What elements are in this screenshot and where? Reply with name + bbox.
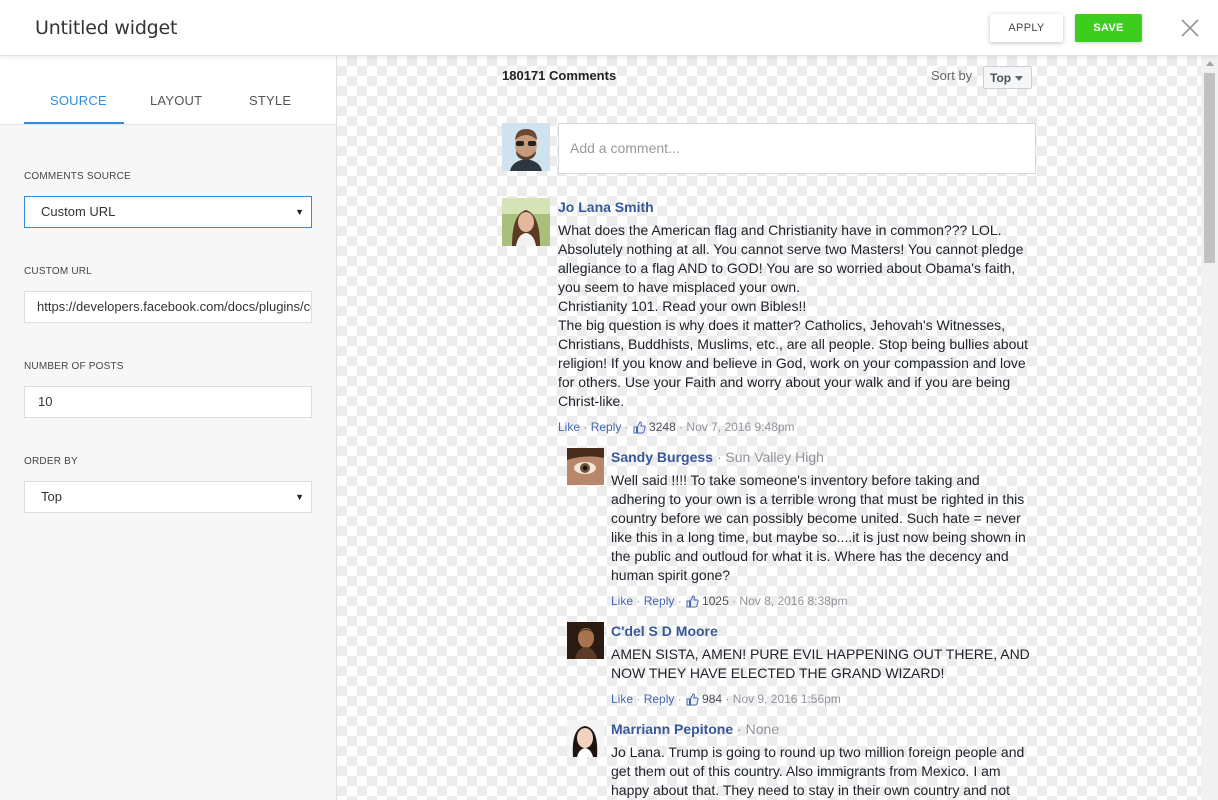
like-count: 1025 [702, 594, 729, 608]
like-link[interactable]: Like [611, 692, 633, 706]
comment-actions: Like · Reply · 1025 · Nov 8, 2016 8:38pm [611, 594, 848, 611]
comment-author[interactable]: Sandy Burgess · Sun Valley High [611, 449, 824, 465]
apply-button[interactable]: APPLY [990, 14, 1063, 42]
comment-body: Jo Lana. Trump is going to round up two … [611, 744, 1025, 798]
comment-author[interactable]: Jo Lana Smith [558, 199, 654, 215]
author-affiliation: · Sun Valley High [716, 449, 824, 465]
comment-timestamp[interactable]: Nov 7, 2016 9:48pm [686, 420, 794, 434]
order-by-label: ORDER BY [24, 456, 78, 467]
dropdown-arrow-icon: ▼ [295, 207, 304, 217]
order-by-value: Top [41, 489, 62, 504]
like-link[interactable]: Like [611, 594, 633, 608]
save-button[interactable]: SAVE [1075, 14, 1142, 42]
avatar [502, 198, 550, 246]
chevron-down-icon [1015, 76, 1023, 81]
order-by-select[interactable]: Top ▼ [24, 481, 312, 513]
thumbs-up-icon [686, 693, 699, 709]
comment-timestamp[interactable]: Nov 9, 2016 1:56pm [733, 692, 841, 706]
widget-title: Untitled widget [35, 17, 178, 39]
sort-by-label: Sort by [931, 68, 973, 83]
custom-url-input[interactable]: https://developers.facebook.com/docs/plu… [24, 291, 312, 323]
widget-header: Untitled widget APPLY SAVE [0, 0, 1218, 56]
scrollbar-thumb[interactable] [1204, 73, 1215, 263]
number-of-posts-label: NUMBER OF POSTS [24, 361, 124, 372]
author-affiliation: · None [737, 721, 780, 737]
avatar [567, 448, 604, 485]
comment-input[interactable]: Add a comment... [558, 123, 1036, 174]
settings-panel: SOURCE LAYOUT STYLE COMMENTS SOURCE Cust… [0, 56, 337, 800]
dropdown-arrow-icon: ▼ [295, 492, 304, 502]
thumbs-up-icon [686, 595, 699, 611]
number-of-posts-input[interactable]: 10 [24, 386, 312, 418]
comments-source-select[interactable]: Custom URL ▼ [24, 196, 312, 228]
comment-timestamp[interactable]: Nov 8, 2016 8:38pm [739, 594, 847, 608]
avatar [567, 720, 604, 757]
comment-body: What does the American flag and Christia… [558, 222, 1029, 409]
thumbs-up-icon [633, 421, 646, 437]
tab-source[interactable]: SOURCE [50, 93, 107, 108]
comment-actions: Like · Reply · 984 · Nov 9, 2016 1:56pm [611, 692, 841, 709]
settings-tabs: SOURCE LAYOUT STYLE [0, 56, 336, 125]
like-count: 984 [702, 692, 723, 706]
tab-layout[interactable]: LAYOUT [150, 93, 202, 108]
sort-select[interactable]: Top [983, 66, 1032, 89]
reply-link[interactable]: Reply [591, 420, 622, 434]
like-link[interactable]: Like [558, 420, 580, 434]
comment-body: AMEN SISTA, AMEN! PURE EVIL HAPPENING OU… [611, 646, 1030, 681]
reply-link[interactable]: Reply [644, 692, 675, 706]
custom-url-label: CUSTOM URL [24, 266, 92, 277]
comment-count: 180171 Comments [502, 68, 617, 83]
close-icon[interactable] [1178, 16, 1202, 40]
comment-actions: Like · Reply · 3248 · Nov 7, 2016 9:48pm [558, 420, 795, 437]
tab-style[interactable]: STYLE [249, 93, 291, 108]
avatar [567, 622, 604, 659]
comment-body: Well said !!!! To take someone's invento… [611, 472, 1026, 583]
preview-scrollbar[interactable] [1201, 56, 1218, 800]
comment-author[interactable]: C'del S D Moore [611, 623, 718, 639]
scroll-up-arrow-icon[interactable] [1206, 61, 1214, 66]
reply-link[interactable]: Reply [644, 594, 675, 608]
like-count: 3248 [649, 420, 676, 434]
active-tab-indicator [24, 122, 124, 124]
comment-author[interactable]: Marriann Pepitone · None [611, 721, 779, 737]
comments-source-value: Custom URL [41, 204, 116, 219]
current-user-avatar [502, 123, 550, 171]
comments-source-label: COMMENTS SOURCE [24, 171, 131, 182]
sort-value: Top [990, 71, 1012, 85]
